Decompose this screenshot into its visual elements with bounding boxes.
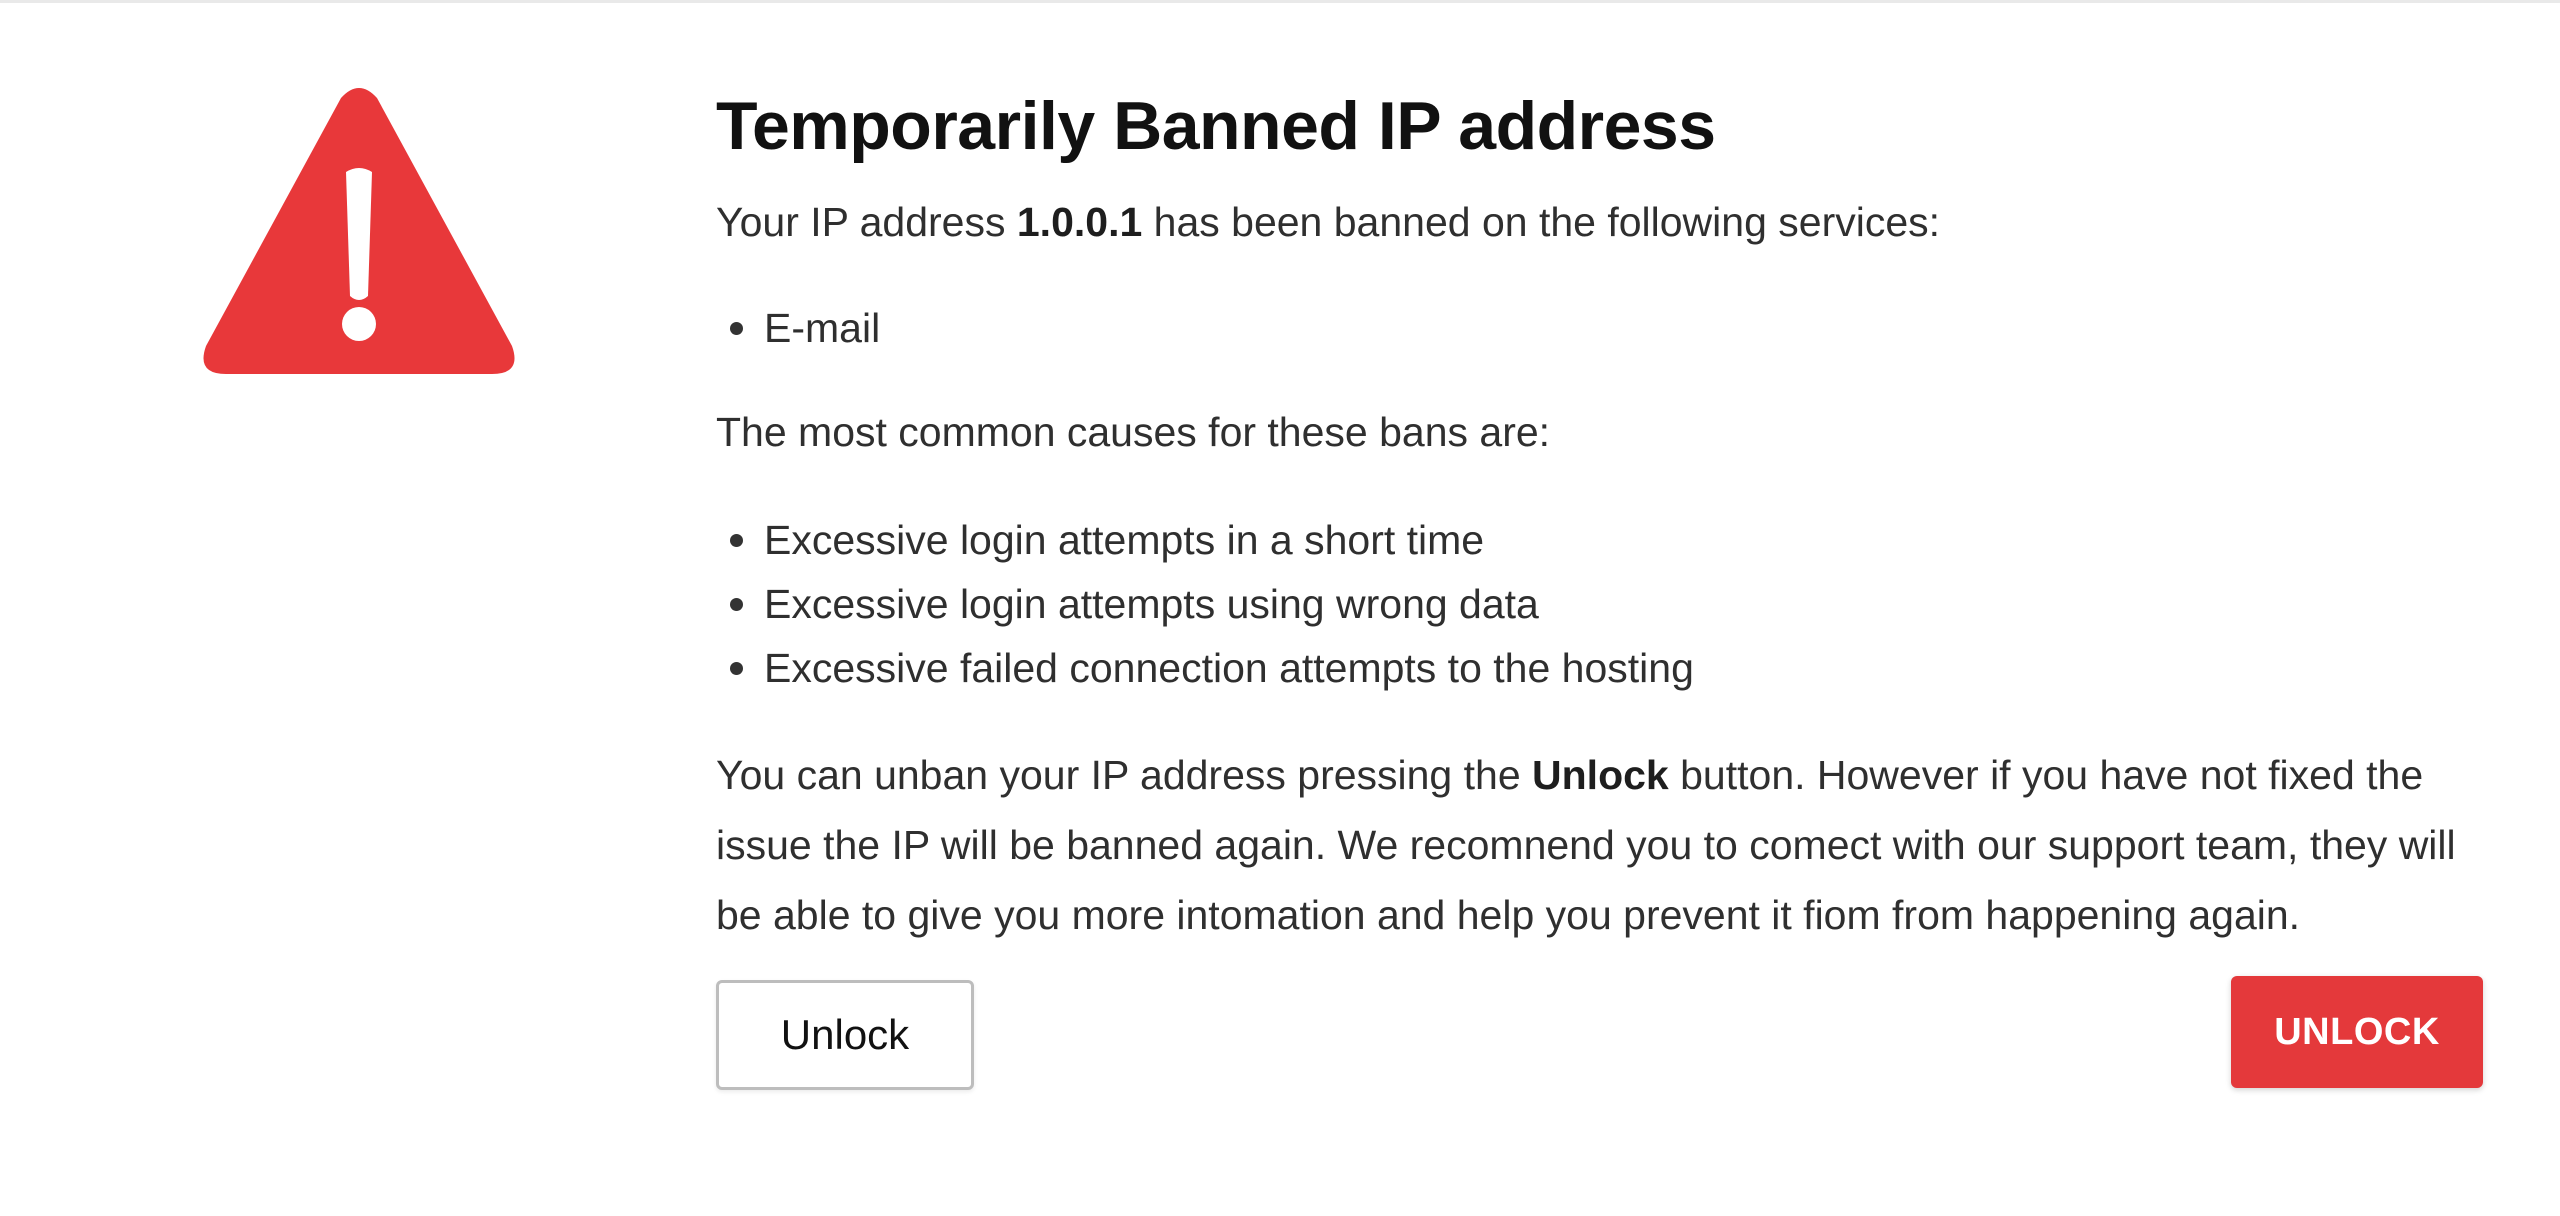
unlock-button-outline[interactable]: Unlock (716, 980, 974, 1090)
top-divider (0, 0, 2560, 3)
unlock-button-primary[interactable]: UNLOCK (2231, 976, 2483, 1088)
ip-address: 1.0.0.1 (1016, 199, 1143, 245)
intro-after: has been banned on the following service… (1142, 199, 1941, 245)
causes-heading: The most common causes for these bans ar… (716, 409, 1551, 455)
list-item: Excessive login attempts using wrong dat… (716, 572, 2496, 636)
causes-list: Excessive login attempts in a short time… (716, 508, 2496, 700)
intro-text: Your IP address 1.0.0.1 has been banned … (716, 190, 2496, 254)
unban-bold: Unlock (1532, 752, 1669, 798)
button-row: Unlock UNLOCK (716, 976, 2496, 1100)
list-item: Excessive failed connection attempts to … (716, 636, 2496, 700)
intro-before: Your IP address (716, 199, 1017, 245)
unban-instructions: You can unban your IP address pressing t… (716, 740, 2496, 950)
list-item: E-mail (716, 296, 2496, 360)
page: Temporarily Banned IP address Your IP ad… (0, 0, 2560, 1216)
ban-notice: Temporarily Banned IP address Your IP ad… (716, 80, 2496, 1100)
banned-services-list: E-mail (716, 296, 2496, 360)
unban-before: You can unban your IP address pressing t… (716, 752, 1533, 798)
page-title: Temporarily Banned IP address (716, 88, 1716, 164)
list-item: Excessive login attempts in a short time (716, 508, 2496, 572)
warning-triangle-icon (203, 88, 515, 374)
